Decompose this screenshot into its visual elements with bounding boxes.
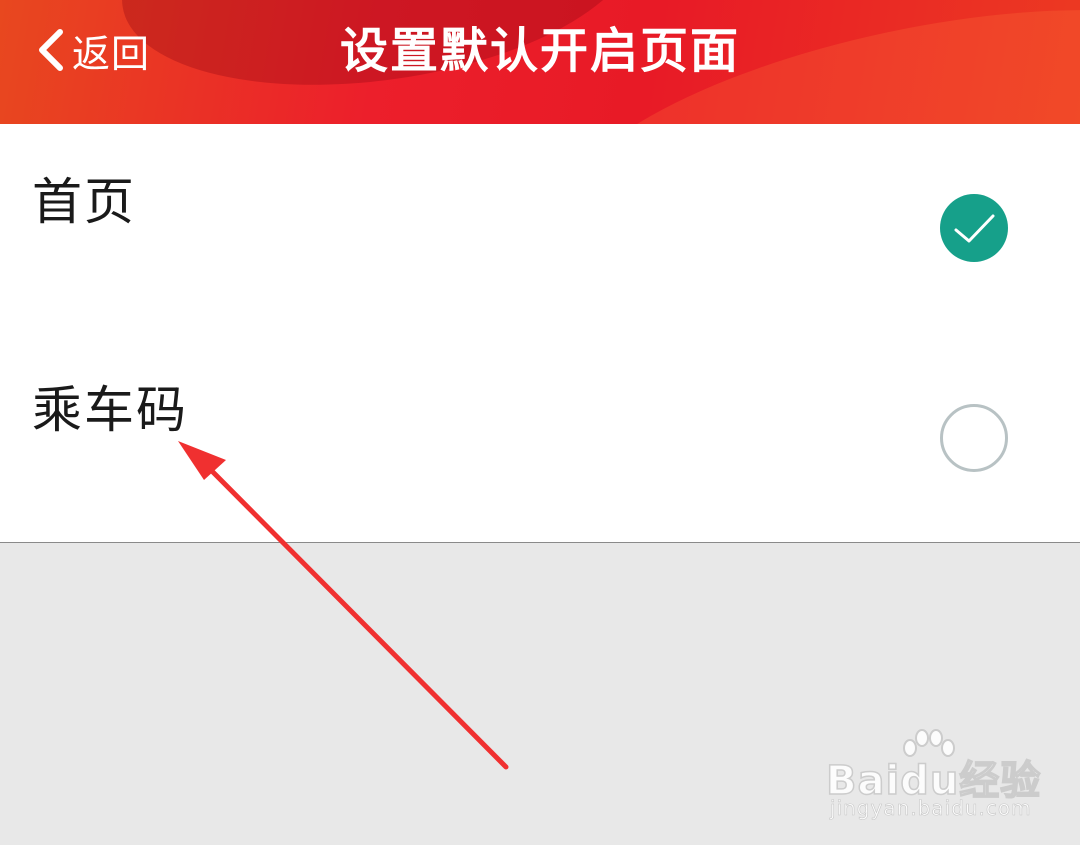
baidu-watermark: Baidu经验 jingyan.baidu.com [825, 728, 1041, 828]
radio-checked-icon[interactable] [940, 194, 1008, 262]
option-ride-code[interactable]: 乘车码 [0, 332, 1080, 532]
option-label: 首页 [32, 173, 136, 231]
page-title: 设置默认开启页面 [339, 23, 740, 79]
watermark-url: jingyan.baidu.com [830, 796, 1032, 821]
option-home[interactable]: 首页 [0, 124, 1080, 324]
header-bar: 返回 设置默认开启页面 [0, 0, 1080, 124]
radio-unchecked-icon[interactable] [940, 404, 1008, 472]
option-list: 首页 乘车码 [0, 124, 1080, 543]
app-screen: 返回 设置默认开启页面 首页 乘车码 Baidu经验 jingyan.baidu… [0, 0, 1080, 845]
option-label: 乘车码 [32, 381, 188, 439]
